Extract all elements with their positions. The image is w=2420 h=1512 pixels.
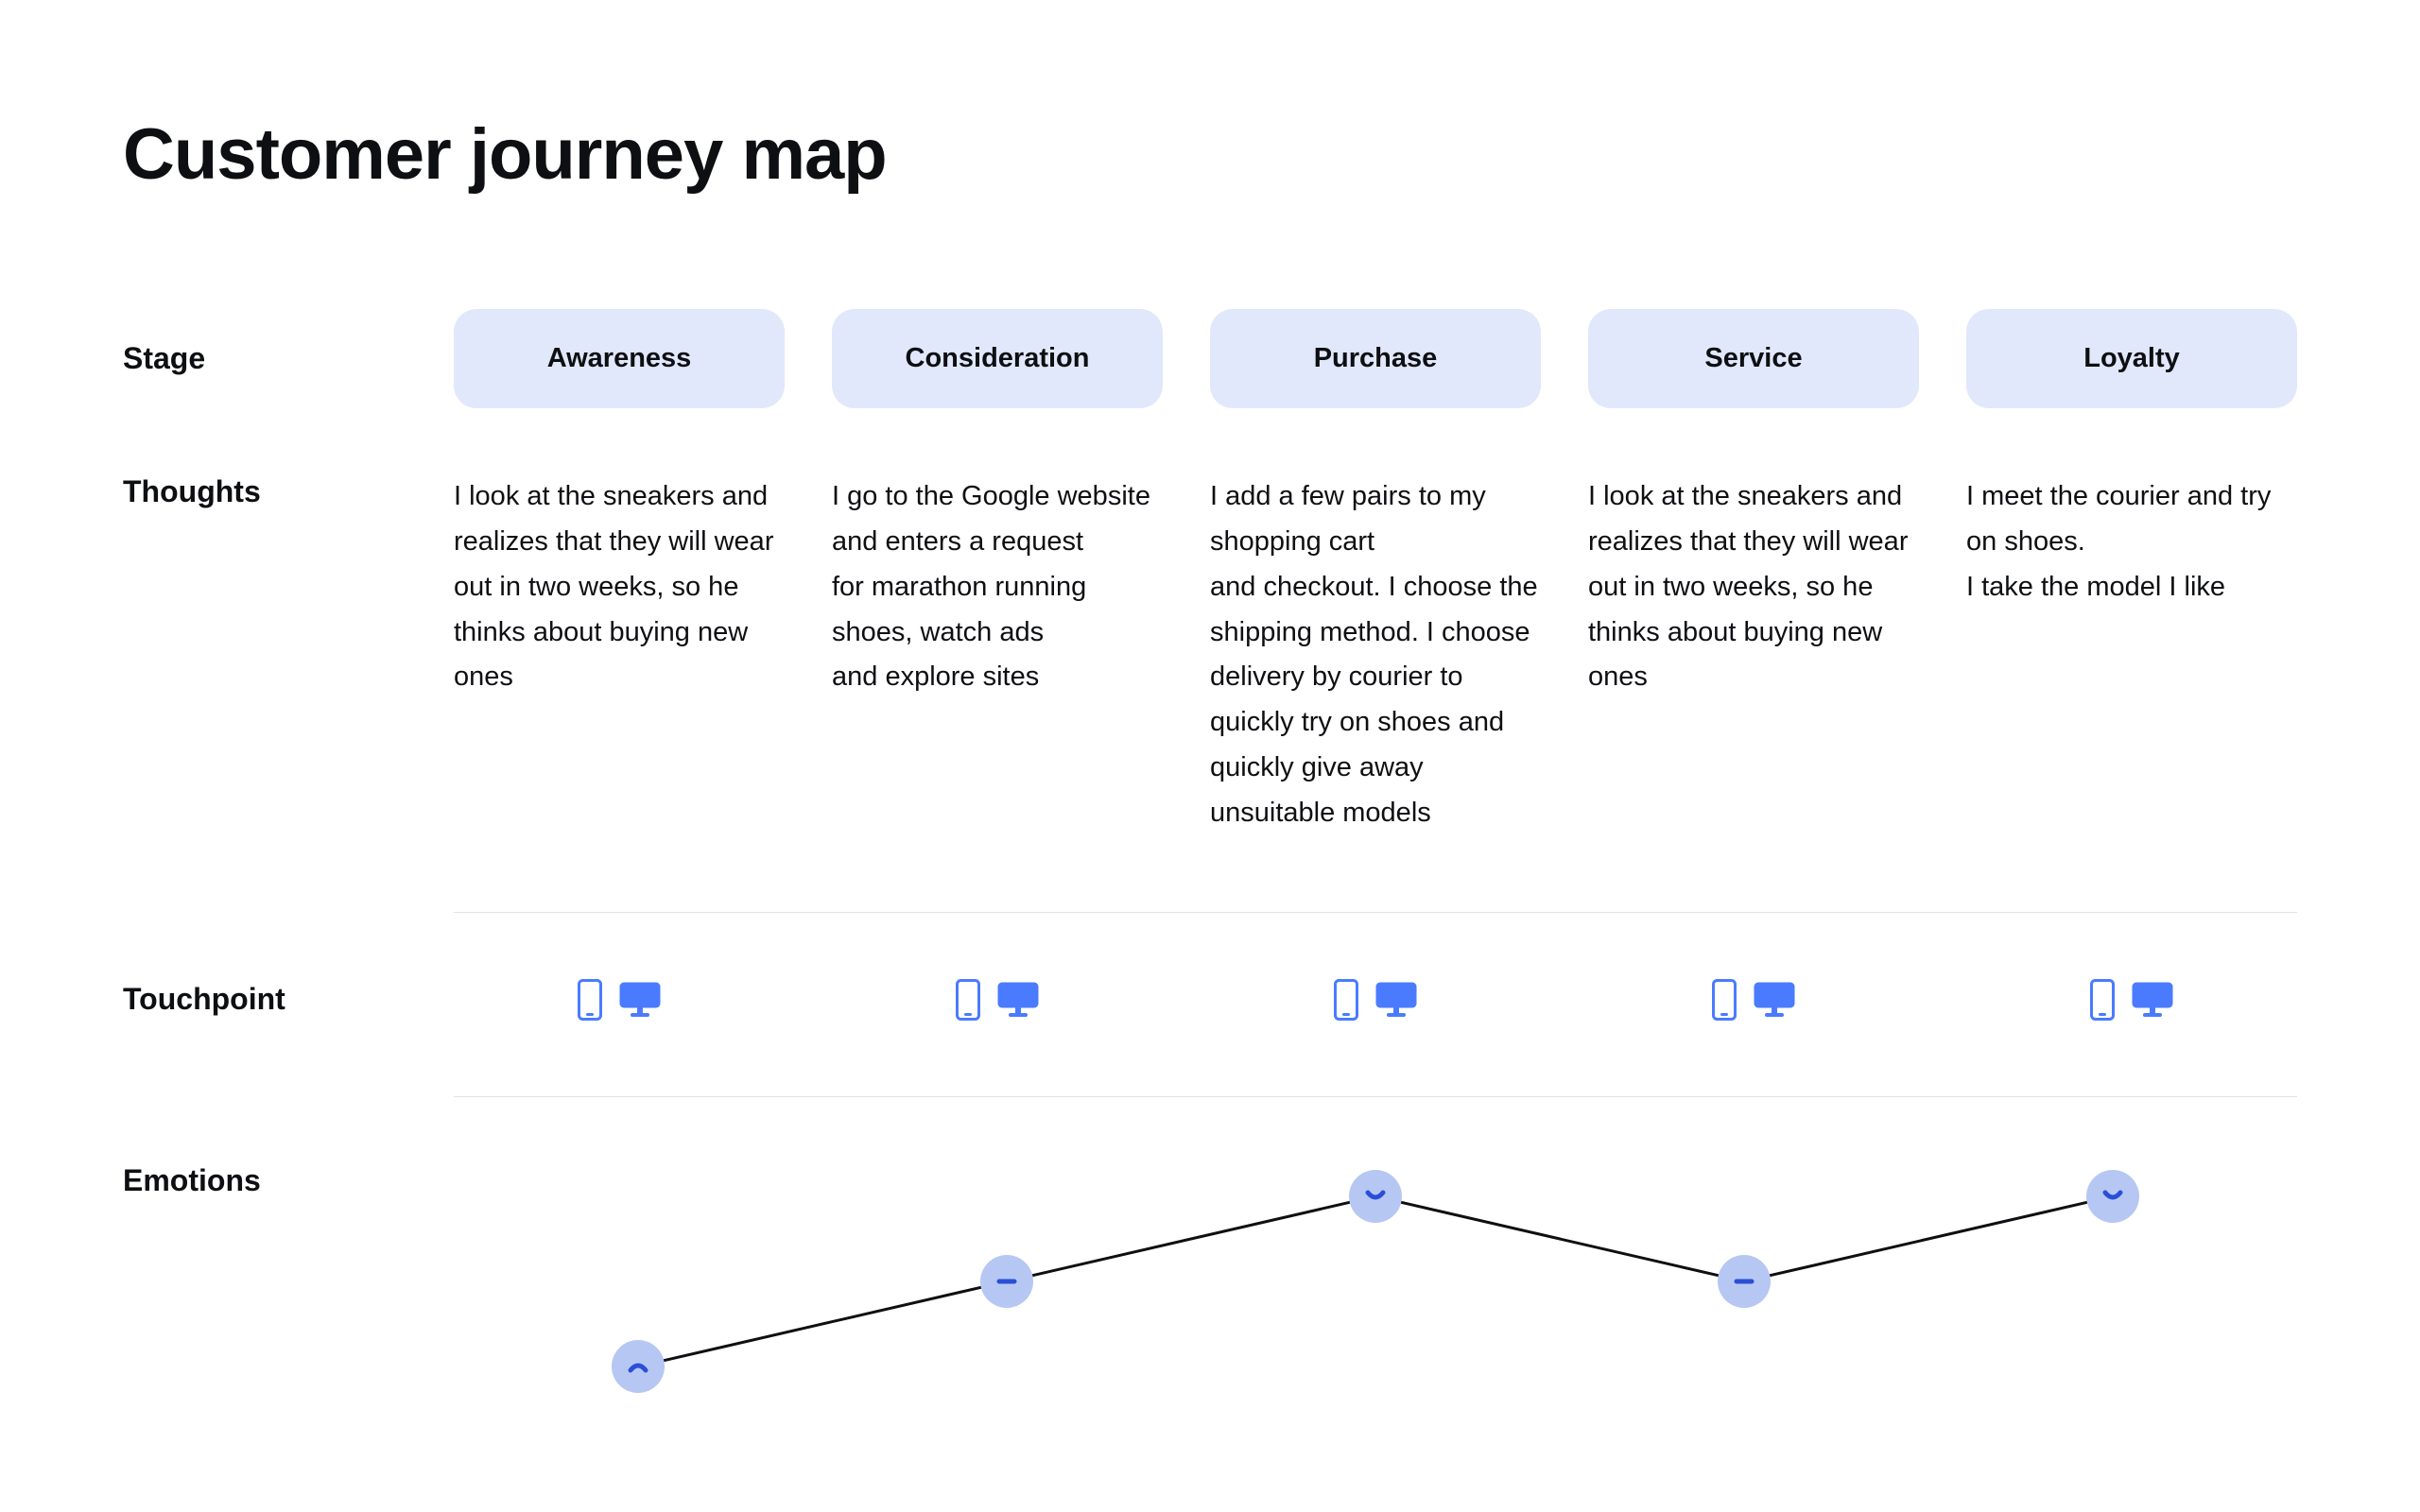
thoughts-row: Thoughts I look at the sneakers and real… xyxy=(123,474,2297,836)
emotion-node-consideration xyxy=(980,1255,1033,1308)
divider-row-1 xyxy=(123,836,2297,913)
touchpoint-row: Touchpoint xyxy=(123,979,2297,1021)
thought-service: I look at the sneakers and realizes that… xyxy=(1588,474,1919,700)
desktop-icon xyxy=(1754,982,1795,1018)
mobile-icon xyxy=(1712,979,1737,1021)
desktop-icon xyxy=(1375,982,1417,1018)
touchpoint-service xyxy=(1588,979,1919,1021)
desktop-icon xyxy=(997,982,1039,1018)
touchpoint-purchase xyxy=(1210,979,1541,1021)
mobile-icon xyxy=(578,979,602,1021)
mobile-icon xyxy=(2090,979,2115,1021)
divider xyxy=(454,912,2297,913)
emotion-node-awareness xyxy=(612,1340,665,1393)
sad-face-icon xyxy=(623,1351,653,1382)
thought-purchase: I add a few pairs to my shopping cart an… xyxy=(1210,474,1541,836)
emotion-node-purchase xyxy=(1349,1170,1402,1223)
row-label-stage: Stage xyxy=(123,341,406,376)
page-title: Customer journey map xyxy=(123,113,2297,196)
touchpoint-loyalty xyxy=(1966,979,2297,1021)
divider xyxy=(454,1096,2297,1097)
emotion-node-service xyxy=(1718,1255,1771,1308)
stage-row: Stage Awareness Consideration Purchase S… xyxy=(123,309,2297,408)
divider-row-2 xyxy=(123,1021,2297,1097)
stage-chip-consideration: Consideration xyxy=(832,309,1163,408)
stage-chip-service: Service xyxy=(1588,309,1919,408)
emotions-chart xyxy=(454,1163,2297,1400)
row-label-thoughts: Thoughts xyxy=(123,474,406,509)
neutral-face-icon xyxy=(1729,1266,1759,1297)
happy-face-icon xyxy=(2098,1181,2128,1211)
desktop-icon xyxy=(619,982,661,1018)
thought-loyalty: I meet the courier and try on shoes. I t… xyxy=(1966,474,2297,610)
mobile-icon xyxy=(1334,979,1358,1021)
page: Customer journey map Stage Awareness Con… xyxy=(0,0,2420,1400)
thought-awareness: I look at the sneakers and realizes that… xyxy=(454,474,785,700)
stage-chip-awareness: Awareness xyxy=(454,309,785,408)
desktop-icon xyxy=(2132,982,2173,1018)
row-label-emotions: Emotions xyxy=(123,1163,406,1198)
touchpoint-awareness xyxy=(454,979,785,1021)
emotion-node-loyalty xyxy=(2086,1170,2139,1223)
stage-chip-loyalty: Loyalty xyxy=(1966,309,2297,408)
happy-face-icon xyxy=(1360,1181,1391,1211)
thought-consideration: I go to the Google website and enters a … xyxy=(832,474,1163,700)
emotions-row: Emotions xyxy=(123,1163,2297,1400)
mobile-icon xyxy=(956,979,980,1021)
neutral-face-icon xyxy=(992,1266,1022,1297)
stage-chip-purchase: Purchase xyxy=(1210,309,1541,408)
row-label-touchpoint: Touchpoint xyxy=(123,982,406,1017)
touchpoint-consideration xyxy=(832,979,1163,1021)
